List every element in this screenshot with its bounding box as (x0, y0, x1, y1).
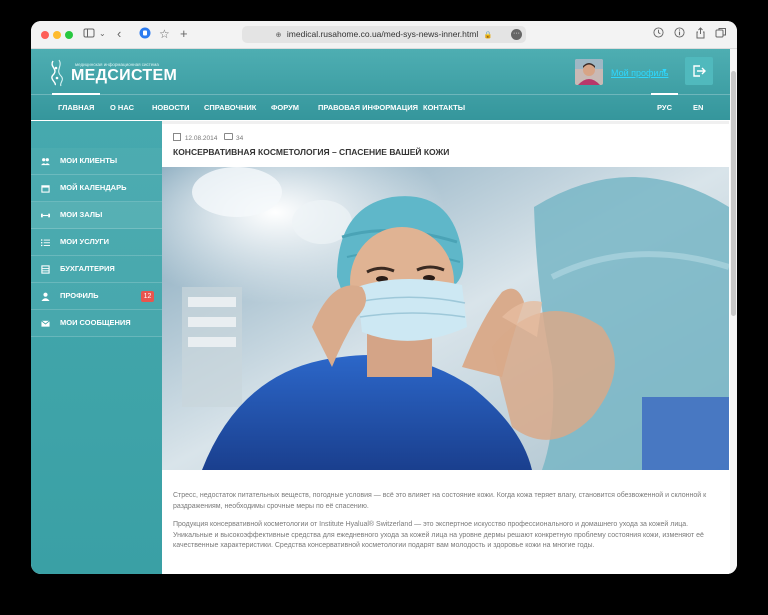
avatar[interactable] (575, 59, 603, 85)
article-paragraph: Продукция консервативной косметологии от… (173, 521, 704, 549)
nav-item-about[interactable]: О НАС (110, 95, 134, 120)
browser-toolbar: ⌄ ‹ ☆ + ⊕ imedical.rusahome.co.ua/med-sy… (31, 21, 737, 49)
new-tab-plus-icon[interactable]: + (180, 27, 188, 41)
share-icon[interactable] (695, 27, 706, 41)
site-header: медицинская информационная система МЕДСИ… (31, 49, 737, 120)
calendar-icon (41, 185, 50, 193)
site-logo[interactable]: медицинская информационная система МЕДСИ… (45, 57, 185, 87)
sidebar-item-label: МОИ СООБЩЕНИЯ (60, 318, 131, 327)
lock-icon: 🔒 (483, 32, 493, 39)
caret-down-icon[interactable]: ▼ (661, 68, 668, 75)
content-divider (162, 121, 729, 124)
tabs-overview-icon[interactable] (715, 27, 727, 41)
logout-button[interactable] (685, 57, 713, 85)
info-icon[interactable] (674, 27, 685, 41)
url-text: imedical.rusahome.co.ua/med-sys-news-inn… (286, 29, 479, 39)
clients-icon (41, 158, 50, 166)
nav-item-legal[interactable]: ПРАВОВАЯ ИНФОРМАЦИЯ (318, 95, 418, 120)
sidebar-item-services[interactable]: МОИ УСЛУГИ (31, 229, 162, 256)
sidebar-item-label: ПРОФИЛЬ (60, 291, 99, 300)
article-content: 12.08.2014 34 КОНСЕРВАТИВНАЯ КОСМЕТОЛОГИ… (162, 121, 729, 574)
sidebar-item-label: МОИ КЛИЕНТЫ (60, 156, 118, 165)
envelope-icon (41, 320, 50, 327)
article-date: 12.08.2014 (184, 135, 218, 142)
article-hero-image (162, 167, 729, 470)
close-window-button[interactable] (41, 31, 49, 39)
nav-item-news[interactable]: НОВОСТИ (152, 95, 190, 120)
sidebar-item-halls[interactable]: МОИ ЗАЛЫ (31, 202, 162, 229)
user-icon (41, 292, 50, 301)
scrollbar-thumb[interactable] (731, 71, 736, 316)
my-profile-link[interactable]: Мой профиль (611, 68, 668, 78)
clock-icon[interactable] (653, 27, 664, 41)
lang-en[interactable]: EN (693, 95, 703, 120)
nav-item-home[interactable]: ГЛАВНАЯ (51, 93, 101, 120)
ledger-icon (41, 265, 50, 274)
nav-item-contacts[interactable]: КОНТАКТЫ (423, 95, 465, 120)
sidebar-item-messages[interactable]: МОИ СООБЩЕНИЯ (31, 310, 162, 337)
article-meta: 12.08.2014 34 (173, 133, 243, 142)
globe-icon: ⊕ (275, 32, 282, 39)
sidebar-item-calendar[interactable]: МОЙ КАЛЕНДАРЬ (31, 175, 162, 202)
comment-icon (224, 133, 234, 140)
sidebar-toggle-icon[interactable] (83, 27, 95, 41)
logout-icon (693, 65, 706, 77)
privacy-shield-icon[interactable] (139, 27, 151, 41)
sidebar-item-label: МОИ УСЛУГИ (60, 237, 110, 246)
sidebar-item-profile[interactable]: ПРОФИЛЬ 12 (31, 283, 162, 310)
sidebar-item-label: МОИ ЗАЛЫ (60, 210, 103, 219)
nav-item-reference[interactable]: СПРАВОЧНИК (204, 95, 256, 120)
page-scrollbar[interactable] (730, 49, 737, 574)
bookmark-star-icon[interactable]: ☆ (159, 27, 170, 41)
lang-ru[interactable]: РУС (651, 93, 678, 120)
back-icon[interactable]: ‹ (117, 27, 121, 41)
main-nav: ГЛАВНАЯ О НАС НОВОСТИ СПРАВОЧНИК ФОРУМ П… (31, 93, 737, 121)
notification-badge: 12 (141, 291, 154, 302)
zoom-window-button[interactable] (65, 31, 73, 39)
browser-window: ⌄ ‹ ☆ + ⊕ imedical.rusahome.co.ua/med-sy… (31, 21, 737, 574)
dumbbell-icon (41, 213, 50, 218)
chevron-down-icon[interactable]: ⌄ (99, 27, 106, 41)
minimize-window-button[interactable] (53, 31, 61, 39)
logo-text: МЕДСИСТЕМ (71, 67, 178, 84)
comment-count[interactable]: 34 (236, 135, 243, 142)
address-bar[interactable]: ⊕ imedical.rusahome.co.ua/med-sys-news-i… (242, 26, 526, 43)
nav-item-forum[interactable]: ФОРУМ (271, 95, 299, 120)
list-icon (41, 239, 50, 247)
sidebar-item-accounting[interactable]: БУХГАЛТЕРИЯ (31, 256, 162, 283)
calendar-small-icon (173, 133, 181, 141)
article-paragraph: Стресс, недостаток питательных веществ, … (173, 492, 707, 510)
article-title: КОНСЕРВАТИВНАЯ КОСМЕТОЛОГИЯ – СПАСЕНИЕ В… (173, 147, 450, 157)
more-options-icon[interactable]: ··· (511, 29, 522, 40)
sidebar-item-label: БУХГАЛТЕРИЯ (60, 264, 115, 273)
sidebar-item-clients[interactable]: МОИ КЛИЕНТЫ (31, 148, 162, 175)
sidebar-item-label: МОЙ КАЛЕНДАРЬ (60, 183, 127, 192)
sidebar: МОИ КЛИЕНТЫ МОЙ КАЛЕНДАРЬ МОИ ЗАЛЫ МОИ У… (31, 121, 162, 574)
